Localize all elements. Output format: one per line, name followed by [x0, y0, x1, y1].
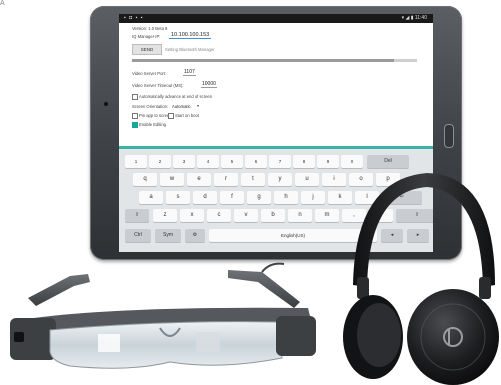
- orientation-label: Screen Orientation:: [132, 104, 169, 109]
- smart-glasses: [10, 262, 316, 369]
- key-d[interactable]: d: [193, 191, 217, 204]
- start-boot-label: Start on boot: [175, 113, 199, 118]
- port-label: Video Server Port:: [132, 71, 167, 76]
- key-t[interactable]: t: [241, 173, 265, 186]
- key-r[interactable]: r: [214, 173, 238, 186]
- key-s[interactable]: s: [166, 191, 190, 204]
- key-n[interactable]: n: [288, 209, 312, 222]
- projector-lens-left: [14, 332, 24, 342]
- status-icons-right: ▾ ◢ ▮ 11:40: [401, 15, 427, 21]
- glasses-cable: [261, 262, 285, 273]
- timeout-input[interactable]: 10000: [201, 81, 217, 88]
- right-display-module: [196, 332, 220, 352]
- key-v[interactable]: v: [234, 209, 258, 222]
- progress-fill: [132, 59, 395, 62]
- key-g[interactable]: g: [247, 191, 271, 204]
- port-input[interactable]: 1107: [183, 69, 196, 76]
- left-hinge: [357, 277, 369, 299]
- status-icons-left: ▪ ◘ ▪ ▪: [124, 15, 144, 21]
- key-x[interactable]: x: [180, 209, 204, 222]
- key-4[interactable]: 4: [197, 155, 219, 168]
- key-b[interactable]: b: [261, 209, 285, 222]
- right-temple-arm: [228, 270, 300, 308]
- left-ear-inner: [357, 303, 401, 367]
- start-boot-checkbox[interactable]: [168, 113, 174, 119]
- key-a[interactable]: a: [139, 191, 163, 204]
- key-j[interactable]: j: [301, 191, 325, 204]
- wireless-headphones: [343, 173, 499, 385]
- key-5[interactable]: 5: [221, 155, 243, 168]
- glasses-lens: [49, 321, 283, 369]
- key-e[interactable]: e: [187, 173, 211, 186]
- left-display-module: [98, 334, 120, 352]
- pin-app-checkbox[interactable]: [132, 113, 138, 119]
- key-3[interactable]: 3: [173, 155, 195, 168]
- keyboard-accent-bar: [119, 146, 433, 149]
- right-projector-housing: [276, 316, 316, 356]
- key-6[interactable]: 6: [245, 155, 267, 168]
- send-button[interactable]: SEND: [132, 44, 162, 55]
- pin-app-label: Pin app to screen: [139, 113, 172, 118]
- headband: [353, 173, 495, 287]
- key-h[interactable]: h: [274, 191, 298, 204]
- left-temple-arm: [28, 274, 90, 306]
- settings-gear-icon[interactable]: ⚙: [185, 229, 205, 242]
- ip-input[interactable]: 10.100.100.153: [169, 32, 212, 39]
- shift-key-left[interactable]: ⇧: [125, 209, 149, 222]
- tablet-camera: [104, 102, 108, 106]
- key-q[interactable]: q: [133, 173, 157, 186]
- key-1[interactable]: 1: [125, 155, 147, 168]
- orientation-select[interactable]: Automatic: [172, 104, 191, 109]
- auto-advance-checkbox[interactable]: [132, 94, 138, 100]
- key-y[interactable]: y: [268, 173, 292, 186]
- timeout-label: Video Server Timeout (MS):: [132, 83, 184, 88]
- right-hinge: [479, 277, 491, 299]
- ctrl-key[interactable]: Ctrl: [125, 229, 151, 242]
- key-2[interactable]: 2: [149, 155, 171, 168]
- key-z[interactable]: z: [153, 209, 177, 222]
- chevron-down-icon[interactable]: ▾: [197, 103, 199, 108]
- enable-editing-checkbox[interactable]: [132, 122, 138, 128]
- progress-bar: [132, 59, 417, 62]
- settings-panel: Version: 1.0 Beta 9 IQ Manager IP: 10.10…: [119, 23, 433, 146]
- key-8[interactable]: 8: [293, 155, 315, 168]
- auto-advance-label: Automatically advance at end of screen: [139, 94, 213, 99]
- version-label: Version: 1.0 Beta 9: [132, 26, 168, 31]
- key-u[interactable]: u: [295, 173, 319, 186]
- status-text: Setting Bluetooth Manager: [165, 47, 215, 52]
- key-7[interactable]: 7: [269, 155, 291, 168]
- sym-key[interactable]: Sym: [155, 229, 181, 242]
- status-bar: ▪ ◘ ▪ ▪ ▾ ◢ ▮ 11:40: [119, 14, 433, 23]
- enable-editing-label: Enable Editing: [139, 122, 167, 127]
- key-c[interactable]: c: [207, 209, 231, 222]
- tablet-home-button: [444, 124, 454, 148]
- ip-label: IQ Manager IP:: [132, 34, 161, 39]
- corner-glyph: A: [0, 0, 5, 7]
- key-f[interactable]: f: [220, 191, 244, 204]
- key-w[interactable]: w: [160, 173, 184, 186]
